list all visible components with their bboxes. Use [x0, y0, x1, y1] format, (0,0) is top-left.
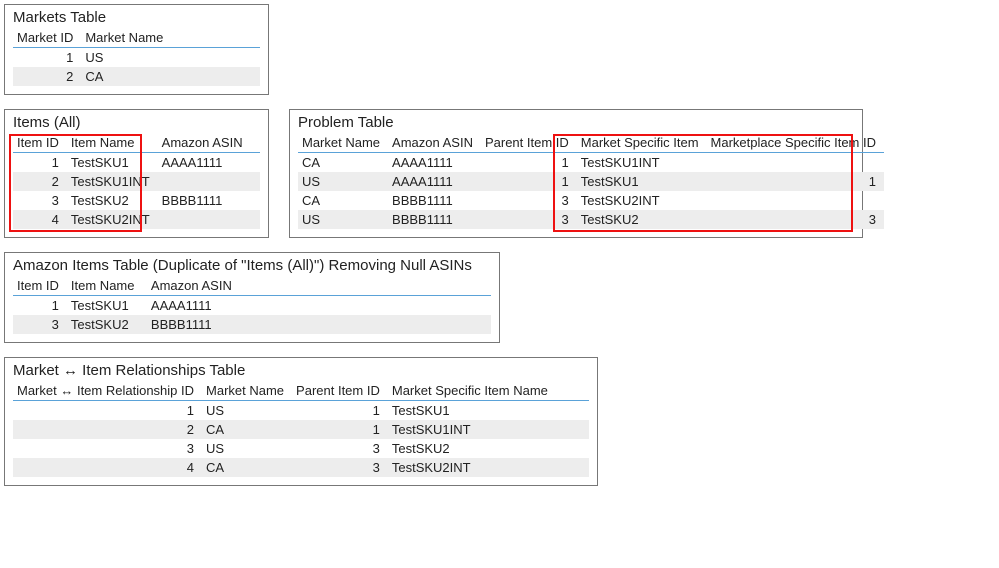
relationship-title: Market ↔ Item Relationships Table — [13, 362, 589, 379]
items-table: Item ID Item Name Amazon ASIN 1 TestSKU1… — [13, 133, 260, 229]
items-panel: Items (All) Item ID Item Name Amazon ASI… — [4, 109, 269, 238]
relationship-panel: Market ↔ Item Relationships Table Market… — [4, 357, 598, 486]
table-row: 1 US — [13, 48, 260, 68]
col-market-specific-item-name: Market Specific Item Name — [388, 381, 589, 401]
col-market-name: Market Name — [202, 381, 292, 401]
col-market-name: Market Name — [298, 133, 388, 153]
table-row: CA BBBB1111 3 TestSKU2INT — [298, 191, 884, 210]
amazon-items-panel: Amazon Items Table (Duplicate of "Items … — [4, 252, 500, 343]
col-amazon-asin: Amazon ASIN — [388, 133, 481, 153]
col-market-name: Market Name — [81, 28, 260, 48]
table-row: 3 TestSKU2 BBBB1111 — [13, 191, 260, 210]
table-row: 1 US 1 TestSKU1 — [13, 401, 589, 421]
amazon-items-title: Amazon Items Table (Duplicate of "Items … — [13, 257, 491, 274]
col-rel-id: Market ↔ Item Relationship ID — [13, 381, 202, 401]
table-row: 3 TestSKU2 BBBB1111 — [13, 315, 491, 334]
col-market-specific-item: Market Specific Item — [577, 133, 707, 153]
problem-panel: Problem Table Market Name Amazon ASIN Pa… — [289, 109, 863, 238]
table-row: CA AAAA1111 1 TestSKU1INT — [298, 153, 884, 173]
col-item-name: Item Name — [67, 276, 147, 296]
table-row: 1 TestSKU1 AAAA1111 — [13, 296, 491, 316]
table-row: 2 TestSKU1INT — [13, 172, 260, 191]
table-row: US BBBB1111 3 TestSKU2 3 — [298, 210, 884, 229]
amazon-items-table: Item ID Item Name Amazon ASIN 1 TestSKU1… — [13, 276, 491, 334]
table-row: 2 CA — [13, 67, 260, 86]
markets-table: Market ID Market Name 1 US 2 CA — [13, 28, 260, 86]
col-amazon-asin: Amazon ASIN — [158, 133, 260, 153]
col-market-id: Market ID — [13, 28, 81, 48]
table-row: 1 TestSKU1 AAAA1111 — [13, 153, 260, 173]
col-item-id: Item ID — [13, 276, 67, 296]
problem-table: Market Name Amazon ASIN Parent Item ID M… — [298, 133, 884, 229]
table-row: 3 US 3 TestSKU2 — [13, 439, 589, 458]
table-row: 2 CA 1 TestSKU1INT — [13, 420, 589, 439]
markets-panel: Markets Table Market ID Market Name 1 US… — [4, 4, 269, 95]
col-item-id: Item ID — [13, 133, 67, 153]
col-parent-item-id: Parent Item ID — [481, 133, 577, 153]
col-parent-item-id: Parent Item ID — [292, 381, 388, 401]
col-marketplace-specific-item-id: Marketplace Specific Item ID — [707, 133, 884, 153]
markets-title: Markets Table — [13, 9, 260, 26]
col-amazon-asin: Amazon ASIN — [147, 276, 491, 296]
table-row: US AAAA1111 1 TestSKU1 1 — [298, 172, 884, 191]
relationship-table: Market ↔ Item Relationship ID Market Nam… — [13, 381, 589, 477]
col-item-name: Item Name — [67, 133, 158, 153]
table-row: 4 TestSKU2INT — [13, 210, 260, 229]
table-row: 4 CA 3 TestSKU2INT — [13, 458, 589, 477]
items-title: Items (All) — [13, 114, 260, 131]
problem-title: Problem Table — [298, 114, 854, 131]
